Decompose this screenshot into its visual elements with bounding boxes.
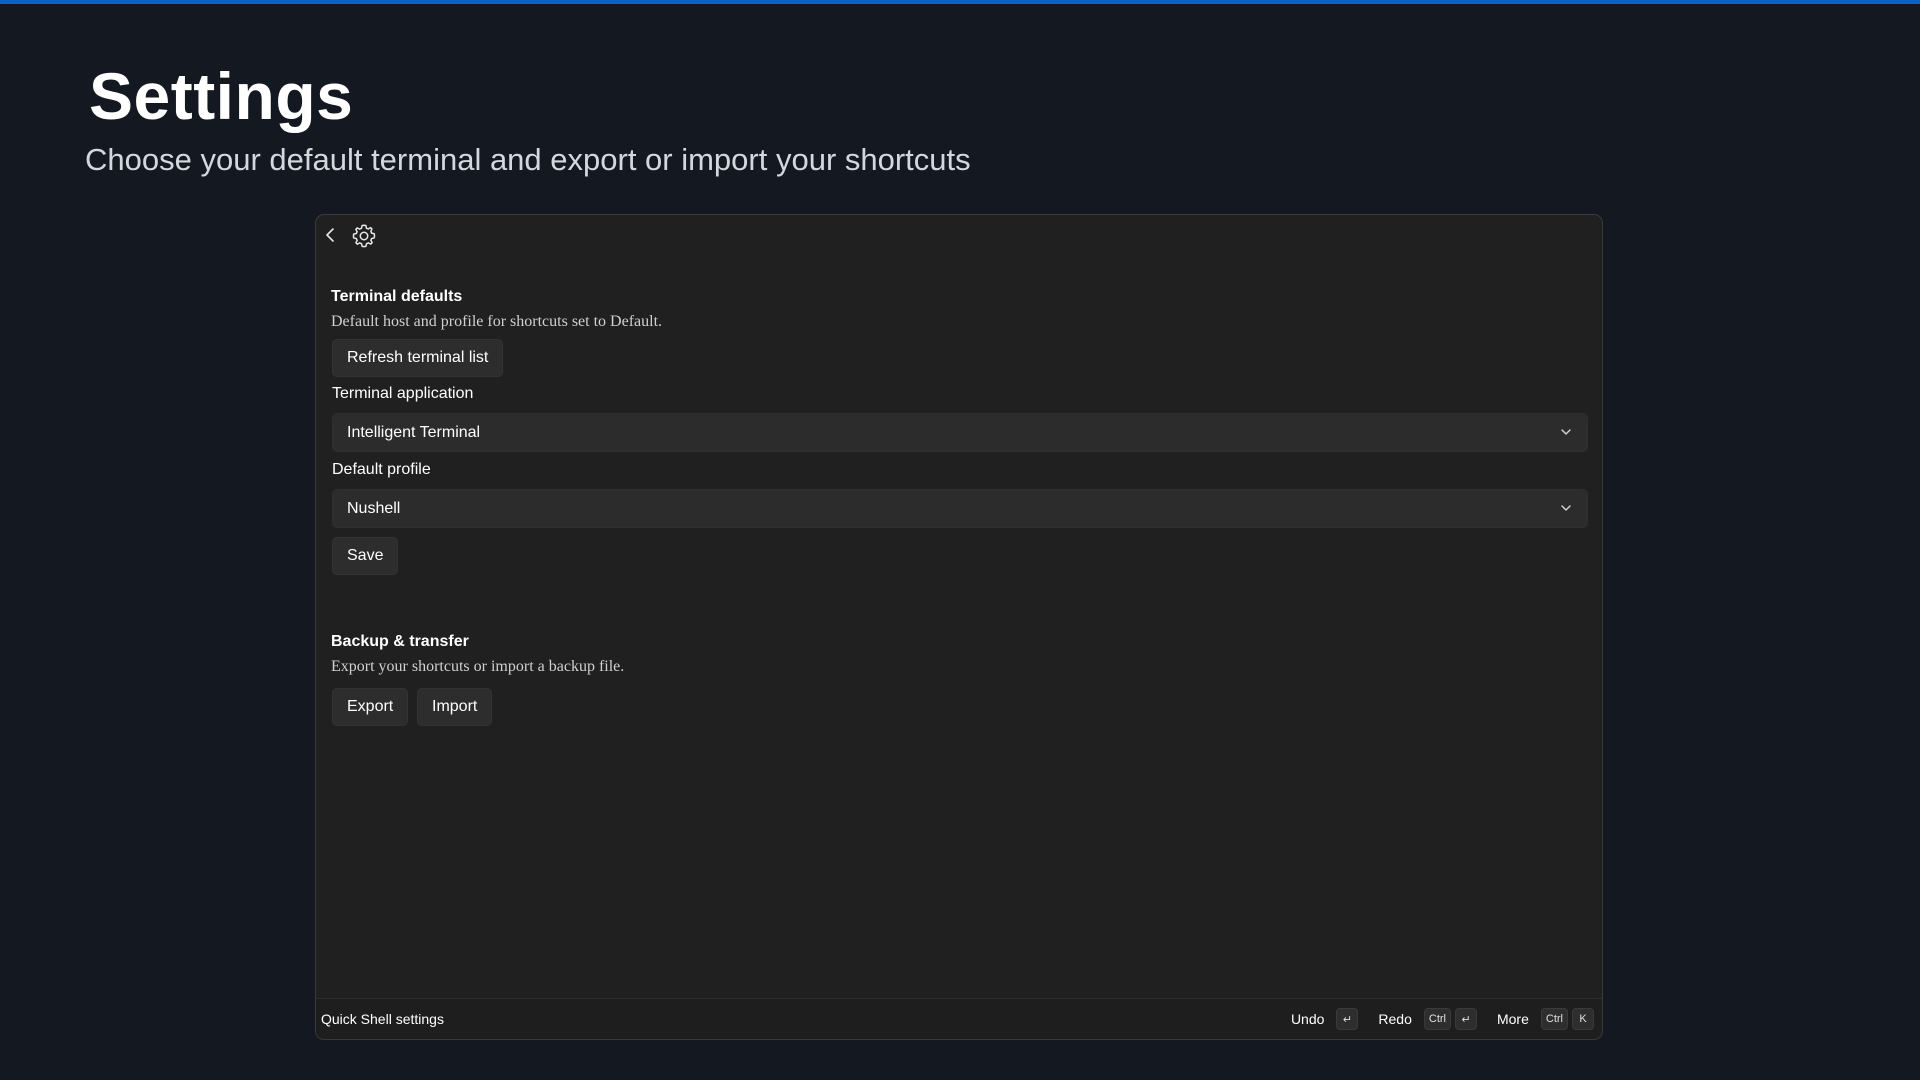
top-accent-bar — [0, 0, 1920, 4]
back-button[interactable] — [320, 223, 342, 247]
default-profile-label: Default profile — [332, 461, 431, 478]
chevron-down-icon — [1561, 429, 1571, 435]
terminal-application-select[interactable]: Intelligent Terminal — [332, 413, 1588, 452]
footer-actions: Undo ↵ Redo Ctrl ↵ More Ctrl K — [1271, 1007, 1594, 1031]
more-label[interactable]: More — [1497, 1011, 1529, 1027]
terminal-application-value: Intelligent Terminal — [347, 424, 481, 441]
settings-window: Terminal defaults Default host and profi… — [315, 214, 1603, 1040]
terminal-defaults-title: Terminal defaults — [331, 288, 463, 305]
chevron-down-icon — [1561, 505, 1571, 511]
footer-title: Quick Shell settings — [321, 1011, 444, 1027]
window-header — [316, 215, 1602, 255]
enter-key-icon: ↵ — [1454, 1008, 1477, 1030]
import-button[interactable]: Import — [417, 688, 493, 726]
default-profile-select[interactable]: Nushell — [332, 489, 1588, 528]
default-profile-value: Nushell — [347, 500, 401, 517]
undo-label[interactable]: Undo — [1291, 1011, 1324, 1027]
terminal-defaults-description: Default host and profile for shortcuts s… — [331, 313, 663, 330]
ctrl-key: Ctrl — [1540, 1008, 1568, 1030]
redo-label[interactable]: Redo — [1378, 1011, 1411, 1027]
k-key: K — [1572, 1008, 1594, 1030]
ctrl-key: Ctrl — [1423, 1008, 1451, 1030]
window-footer: Quick Shell settings Undo ↵ Redo Ctrl ↵ … — [316, 998, 1602, 1039]
page-title: Settings — [89, 59, 354, 133]
page-subtitle: Choose your default terminal and export … — [85, 142, 971, 177]
backup-transfer-title: Backup & transfer — [331, 633, 469, 650]
refresh-terminal-list-button[interactable]: Refresh terminal list — [332, 339, 504, 377]
backup-transfer-description: Export your shortcuts or import a backup… — [331, 658, 625, 675]
enter-key-icon: ↵ — [1336, 1008, 1359, 1030]
terminal-application-label: Terminal application — [332, 385, 474, 402]
gear-icon — [352, 224, 376, 248]
chevron-left-icon — [326, 228, 334, 242]
export-button[interactable]: Export — [332, 688, 409, 726]
save-button[interactable]: Save — [332, 537, 399, 575]
